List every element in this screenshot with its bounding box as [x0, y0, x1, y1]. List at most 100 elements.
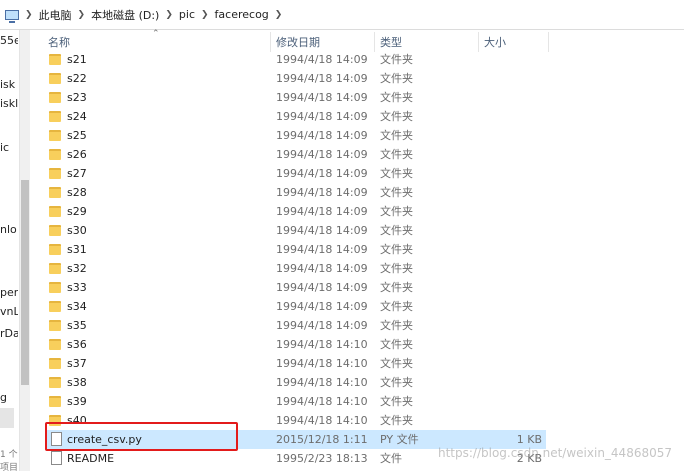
file-size	[486, 354, 542, 373]
file-row[interactable]: s29 1994/4/18 14:09 文件夹	[46, 202, 546, 221]
file-date: 1995/2/23 18:13	[276, 452, 368, 465]
folder-icon	[49, 282, 61, 293]
file-icon	[51, 432, 62, 446]
file-row[interactable]: s38 1994/4/18 14:10 文件夹	[46, 373, 546, 392]
file-date: 1994/4/18 14:09	[276, 91, 368, 104]
file-name: s29	[67, 205, 87, 218]
sort-ascending-icon: ⌃	[152, 29, 160, 39]
scrollbar-thumb[interactable]	[21, 180, 29, 385]
file-row[interactable]: s21 1994/4/18 14:09 文件夹	[46, 50, 546, 69]
file-size	[486, 240, 542, 259]
file-row[interactable]: s36 1994/4/18 14:10 文件夹	[46, 335, 546, 354]
nav-item[interactable]: g	[0, 391, 7, 404]
chevron-right-icon[interactable]: ❯	[275, 10, 283, 20]
file-name: s23	[67, 91, 87, 104]
file-name: README	[67, 452, 115, 465]
file-date: 1994/4/18 14:09	[276, 72, 368, 85]
file-date: 1994/4/18 14:09	[276, 129, 368, 142]
file-row[interactable]: s23 1994/4/18 14:09 文件夹	[46, 88, 546, 107]
column-header-date[interactable]: 修改日期	[276, 30, 320, 52]
file-icon	[51, 451, 62, 465]
column-header-size[interactable]: 大小	[484, 30, 506, 52]
file-type: 文件夹	[380, 129, 413, 142]
file-name: s26	[67, 148, 87, 161]
file-row[interactable]: s37 1994/4/18 14:10 文件夹	[46, 354, 546, 373]
file-size	[486, 316, 542, 335]
file-name: create_csv.py	[67, 433, 142, 446]
file-row[interactable]: s30 1994/4/18 14:09 文件夹	[46, 221, 546, 240]
column-header-type[interactable]: 类型	[380, 30, 402, 52]
file-name: s37	[67, 357, 87, 370]
nav-item[interactable]: 55e	[0, 34, 18, 47]
file-row[interactable]: s39 1994/4/18 14:10 文件夹	[46, 392, 546, 411]
column-divider[interactable]	[270, 32, 271, 52]
file-size	[486, 373, 542, 392]
breadcrumb-item-facerecog[interactable]: facerecog	[215, 8, 269, 21]
file-date: 1994/4/18 14:09	[276, 53, 368, 66]
file-row[interactable]: s33 1994/4/18 14:09 文件夹	[46, 278, 546, 297]
file-date: 1994/4/18 14:09	[276, 319, 368, 332]
column-header-name[interactable]: 名称	[48, 30, 70, 52]
folder-icon	[49, 206, 61, 217]
file-row[interactable]: s28 1994/4/18 14:09 文件夹	[46, 183, 546, 202]
watermark: https://blog.csdn.net/weixin_44868057	[437, 446, 672, 460]
nav-item[interactable]: isk	[0, 78, 15, 91]
file-date: 1994/4/18 14:09	[276, 186, 368, 199]
file-row[interactable]: s31 1994/4/18 14:09 文件夹	[46, 240, 546, 259]
file-type: 文件夹	[380, 357, 413, 370]
file-date: 1994/4/18 14:10	[276, 338, 368, 351]
file-row[interactable]: s32 1994/4/18 14:09 文件夹	[46, 259, 546, 278]
file-date: 2015/12/18 1:11	[276, 433, 368, 446]
folder-icon	[49, 130, 61, 141]
column-header-row: ⌃ 名称 修改日期 类型 大小	[40, 29, 684, 52]
file-name: s27	[67, 167, 87, 180]
file-date: 1994/4/18 14:09	[276, 167, 368, 180]
file-size	[486, 145, 542, 164]
nav-item[interactable]: ic	[0, 141, 9, 154]
file-type: 文件	[380, 452, 402, 465]
breadcrumb: ❯ 此电脑 ❯ 本地磁盘 (D:) ❯ pic ❯ facerecog ❯	[0, 0, 684, 30]
column-divider[interactable]	[374, 32, 375, 52]
breadcrumb-item-pic[interactable]: pic	[179, 8, 195, 21]
file-row[interactable]: s24 1994/4/18 14:09 文件夹	[46, 107, 546, 126]
navigation-scrollbar[interactable]	[19, 30, 30, 471]
folder-icon	[49, 377, 61, 388]
folder-icon	[49, 396, 61, 407]
file-date: 1994/4/18 14:09	[276, 110, 368, 123]
status-text: 1 个项目	[0, 450, 18, 471]
file-name: s32	[67, 262, 87, 275]
file-name: s21	[67, 53, 87, 66]
column-divider[interactable]	[548, 32, 549, 52]
file-row[interactable]: s27 1994/4/18 14:09 文件夹	[46, 164, 546, 183]
file-row[interactable]: s35 1994/4/18 14:09 文件夹	[46, 316, 546, 335]
breadcrumb-item-this-pc[interactable]: 此电脑	[39, 7, 72, 23]
folder-icon	[49, 301, 61, 312]
nav-selection	[0, 408, 14, 428]
file-row[interactable]: s40 1994/4/18 14:10 文件夹	[46, 411, 546, 430]
file-type: 文件夹	[380, 148, 413, 161]
nav-item[interactable]: per	[0, 286, 18, 299]
file-name: s35	[67, 319, 87, 332]
folder-icon	[49, 187, 61, 198]
breadcrumb-item-drive-d[interactable]: 本地磁盘 (D:)	[91, 7, 159, 23]
nav-item[interactable]: iskl	[0, 97, 18, 110]
file-size	[486, 164, 542, 183]
file-row[interactable]: s26 1994/4/18 14:09 文件夹	[46, 145, 546, 164]
folder-icon	[49, 244, 61, 255]
file-type: 文件夹	[380, 376, 413, 389]
file-name: s38	[67, 376, 87, 389]
nav-item[interactable]: vnL	[0, 305, 18, 318]
file-name: s33	[67, 281, 87, 294]
file-type: PY 文件	[380, 433, 419, 446]
file-type: 文件夹	[380, 224, 413, 237]
file-date: 1994/4/18 14:09	[276, 281, 368, 294]
file-row[interactable]: s34 1994/4/18 14:09 文件夹	[46, 297, 546, 316]
file-size	[486, 221, 542, 240]
column-divider[interactable]	[478, 32, 479, 52]
file-row[interactable]: s22 1994/4/18 14:09 文件夹	[46, 69, 546, 88]
nav-item[interactable]: rDa	[0, 327, 18, 340]
nav-item[interactable]: nlo	[0, 223, 17, 236]
file-size	[486, 297, 542, 316]
file-size	[486, 50, 542, 69]
file-row[interactable]: s25 1994/4/18 14:09 文件夹	[46, 126, 546, 145]
